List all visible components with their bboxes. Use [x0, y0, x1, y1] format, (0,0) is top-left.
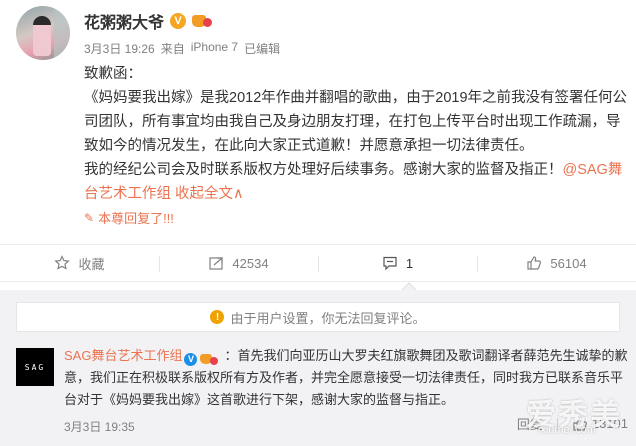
favorite-button[interactable]: 收藏	[0, 245, 159, 281]
collapse-label: 收起全文	[175, 186, 234, 202]
active-tab-arrow-icon	[402, 282, 416, 290]
post-paragraph: 《妈妈要我出嫁》是我2012年作曲并翻唱的歌曲，由于2019年之前我没有签署任何…	[84, 90, 628, 154]
edited-label[interactable]: 已编辑	[244, 40, 280, 57]
comment-button[interactable]: 1	[318, 245, 477, 281]
post-paragraph: 致歉函：	[84, 66, 142, 82]
member-level-icon	[192, 13, 213, 29]
reply-note-text: 本尊回复了!!!	[98, 211, 174, 226]
verified-badge-icon: V	[170, 13, 187, 29]
weibo-post: 花粥粥大爷 V 3月3日 19:26 来自 iPhone 7 已编辑 致歉函： …	[0, 0, 636, 242]
repost-button[interactable]: 42534	[159, 245, 318, 281]
post-paragraph: 我的经纪公司会及时联系版权方处理好后续事务。感谢大家的监督及指正！@SAG舞台艺…	[84, 158, 628, 206]
user-avatar[interactable]	[16, 6, 70, 60]
post-source[interactable]: iPhone 7	[191, 40, 238, 57]
post-username[interactable]: 花粥粥大爷	[84, 9, 164, 33]
like-button[interactable]: 56104	[477, 245, 636, 281]
comment-time: 3月3日 19:35	[64, 420, 135, 434]
like-count: 56104	[550, 255, 587, 271]
post-action-bar: 收藏 42534 1 56104	[0, 244, 636, 282]
source-prefix: 来自	[160, 42, 185, 56]
comment-author[interactable]: SAG舞台艺术工作组	[64, 348, 182, 363]
comment-avatar-logo: SAG	[24, 362, 46, 372]
repost-count: 42534	[232, 255, 269, 271]
comment-count: 1	[405, 255, 414, 271]
favorite-label: 收藏	[78, 256, 105, 272]
post-content: 致歉函： 《妈妈要我出嫁》是我2012年作曲并翻唱的歌曲，由于2019年之前我没…	[84, 62, 628, 206]
star-icon	[54, 255, 71, 270]
site-watermark-url: ixiumei.com	[537, 424, 596, 436]
reply-note: ✎ 本尊回复了!!!	[84, 208, 174, 227]
comment-avatar[interactable]: SAG	[16, 348, 54, 386]
collapse-arrow-icon: ∧	[233, 186, 244, 202]
member-level-icon	[200, 352, 219, 366]
post-meta: 3月3日 19:26 来自 iPhone 7 已编辑	[84, 40, 280, 57]
post-paragraph-text: 我的经纪公司会及时联系版权方处理好后续事务。感谢大家的监督及指正！	[84, 162, 563, 178]
post-header: 花粥粥大爷 V	[84, 9, 213, 33]
verified-badge-icon: V	[184, 352, 198, 366]
repost-icon	[209, 257, 224, 270]
collapse-link[interactable]: 收起全文∧	[175, 186, 244, 202]
reply-disabled-notice: ! 由于用户设置，你无法回复评论。	[16, 302, 620, 332]
info-icon: !	[210, 310, 225, 324]
notice-text: 由于用户设置，你无法回复评论。	[230, 310, 426, 326]
post-time[interactable]: 3月3日 19:26	[84, 40, 155, 57]
thumbs-up-icon	[527, 256, 542, 270]
pen-icon: ✎	[84, 210, 95, 225]
comment-icon	[383, 256, 397, 271]
